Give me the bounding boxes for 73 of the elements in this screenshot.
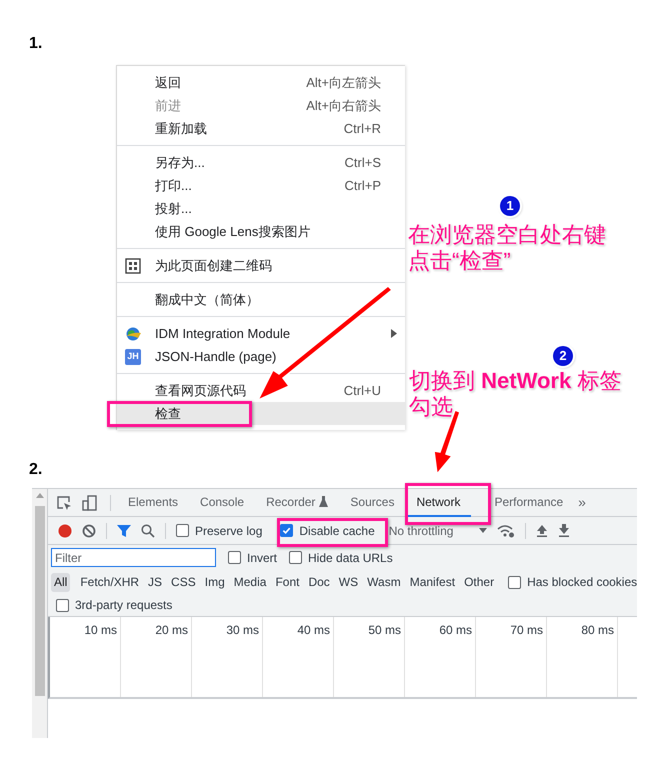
timeline-tick: 30 ms [226, 622, 259, 639]
devtools-tab[interactable]: Elements [117, 488, 190, 516]
type-filter[interactable]: Wasm [364, 572, 404, 592]
checkbox[interactable] [289, 551, 302, 564]
checkbox[interactable] [176, 524, 189, 537]
checkbox[interactable] [280, 524, 294, 537]
menu-item[interactable]: 检查 [117, 402, 405, 425]
qr-code-icon [125, 258, 141, 274]
checkbox[interactable] [228, 551, 241, 564]
timeline-tick: 40 ms [297, 622, 330, 639]
type-filter[interactable]: Doc [305, 572, 333, 592]
type-filter[interactable]: Img [202, 572, 228, 592]
filter-icon[interactable] [117, 524, 131, 538]
menu-item[interactable]: 查看网页源代码 Ctrl+U [117, 379, 405, 402]
timeline-tick: 60 ms [439, 622, 472, 639]
annotation-text: 勾选 [409, 394, 454, 420]
type-filter[interactable]: Fetch/XHR [77, 572, 142, 592]
devtools-tab[interactable]: Recorder [255, 488, 340, 516]
inspect-icon[interactable] [56, 494, 72, 510]
type-filter[interactable]: CSS [168, 572, 199, 592]
menu-item[interactable]: 返回 Alt+向左箭头 [117, 71, 405, 94]
menu-item[interactable]: 打印... Ctrl+P [117, 174, 405, 197]
checkbox[interactable] [508, 576, 522, 588]
timeline-tick: 50 ms [368, 622, 401, 639]
throttling-dropdown[interactable]: No throttling [388, 522, 488, 540]
scrollbar[interactable] [32, 489, 48, 738]
timeline-tick: 20 ms [155, 622, 188, 639]
menu-item[interactable]: 另存为... Ctrl+S [117, 151, 405, 174]
type-filter[interactable]: Font [272, 572, 302, 592]
download-icon[interactable] [558, 524, 570, 537]
devtools-tab[interactable]: Performance [483, 488, 574, 516]
menu-item[interactable]: 使用 Google Lens搜索图片 [117, 220, 405, 243]
annotation-text: 切换到 NetWork 标签 [409, 368, 622, 394]
devtools-tab[interactable]: Sources [339, 488, 406, 516]
clear-icon[interactable] [82, 524, 96, 538]
filter-field[interactable]: Filter [51, 548, 216, 567]
menu-item[interactable]: 重新加载 Ctrl+R [117, 117, 405, 140]
step-heading: 2. [29, 460, 42, 480]
search-icon[interactable] [141, 524, 155, 538]
checkbox-label: Disable cache [299, 522, 375, 540]
menu-item[interactable]: JH JSON-Handle (page) [117, 345, 405, 368]
timeline-tick: 80 ms [581, 622, 614, 639]
step-heading: 1. [29, 34, 42, 54]
timeline-tick: 10 ms [84, 622, 117, 639]
wifi-settings-icon[interactable] [497, 524, 516, 538]
more-tabs-button[interactable]: » [578, 492, 586, 513]
menu-item[interactable]: 翻成中文（简体） [117, 288, 405, 311]
step-number-badge: 1 [500, 196, 520, 216]
record-icon[interactable] [58, 524, 72, 538]
menu-item[interactable]: 投射... [117, 197, 405, 220]
annotation-text: 点击“检查” [408, 248, 512, 274]
type-filter[interactable]: All [51, 572, 70, 592]
menu-item[interactable]: 为此页面创建二维码 [117, 254, 405, 277]
globe-icon [125, 326, 142, 342]
checkbox-label: Invert [247, 550, 278, 566]
caret-icon [479, 528, 488, 533]
devtools-tab[interactable]: Console [189, 488, 256, 516]
checkbox-label: Hide data URLs [308, 550, 393, 566]
checkbox-label: 3rd-party requests [75, 597, 172, 614]
device-icon[interactable] [82, 494, 98, 510]
timeline-tick: 70 ms [510, 622, 543, 639]
type-filter[interactable]: JS [145, 572, 166, 592]
type-filter[interactable]: Manifest [406, 572, 458, 592]
checkbox[interactable] [56, 598, 69, 612]
type-filter[interactable]: Media [230, 572, 270, 592]
annotation-text: 在浏览器空白处右键 [408, 222, 606, 248]
json-handle-icon: JH [125, 348, 141, 364]
upload-icon[interactable] [536, 524, 548, 537]
step-number-badge: 2 [553, 346, 573, 366]
checkbox-label: Preserve log [195, 522, 262, 540]
checkbox-label: Has blocked cookies [527, 574, 637, 591]
type-filter[interactable]: Other [461, 572, 498, 592]
type-filter[interactable]: WS [336, 572, 362, 592]
